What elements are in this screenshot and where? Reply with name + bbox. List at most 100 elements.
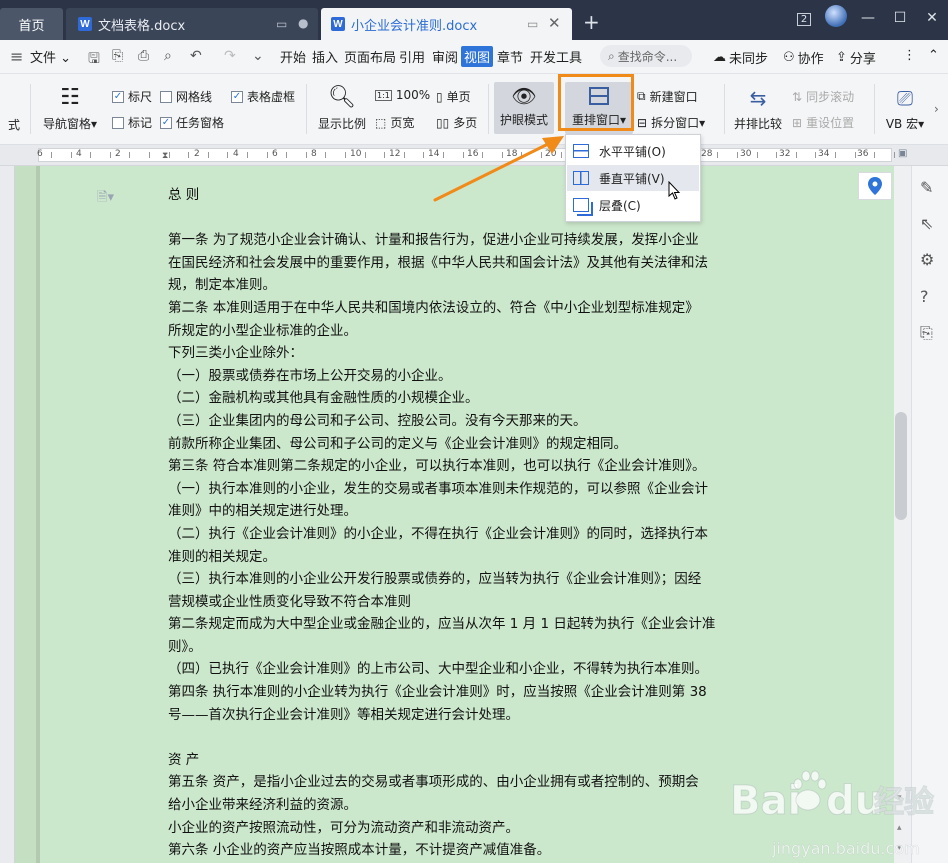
location-pin-icon[interactable] — [858, 172, 892, 200]
document-body[interactable]: 总 则第一条 为了规范小企业会计确认、计量和报告行为，促进小企业可持续发展，发挥… — [168, 184, 778, 862]
new-window-button[interactable]: ⧉ 新建窗口 — [637, 88, 698, 105]
scrollbar-thumb[interactable] — [895, 412, 907, 520]
nav-pane-icon: ☷ — [60, 85, 80, 110]
tab-close-icon[interactable]: ✕ — [548, 14, 561, 32]
tab-dot-icon[interactable]: ● — [298, 16, 308, 30]
cascade-label: 层叠(C) — [599, 198, 641, 213]
indent-marker-icon[interactable]: ⧗ — [162, 151, 168, 161]
tab-home[interactable]: 首页 — [0, 8, 63, 40]
maximize-icon[interactable]: ☐ — [884, 10, 916, 26]
paragraph-line: （二）金融机构或其他具有金融性质的小规模企业。 — [168, 390, 479, 407]
ruler-tick — [776, 152, 778, 158]
ruler-number: 36 — [857, 149, 869, 159]
window-count-badge[interactable]: 2 — [788, 10, 820, 26]
reset-position-button[interactable]: ⊞ 重设位置 — [792, 114, 854, 131]
paragraph-line: 第二条规定而成为大中型企业或金融企业的，应当从次年 1 月 1 日起转为执行《企… — [168, 616, 716, 633]
ruler-tick — [90, 152, 92, 158]
arrange-windows-dropdown: 水平平铺(O) 垂直平铺(V) 层叠(C) — [565, 134, 701, 222]
help-icon[interactable]: ? — [920, 287, 929, 306]
redo-icon[interactable]: ↷ — [224, 48, 236, 64]
hamburger-icon[interactable]: ≡ — [10, 47, 23, 66]
menu-insert[interactable]: 插入 — [312, 47, 338, 66]
side-by-side-button[interactable]: ⇆ 并排比较 — [732, 84, 784, 132]
pen-icon[interactable]: ✎ — [920, 178, 933, 197]
tab-restore-icon[interactable]: ▭ — [527, 17, 538, 31]
multi-page-button[interactable]: ▯▯ 多页 — [436, 114, 477, 131]
sync-button[interactable]: ☁ 未同步 — [713, 48, 768, 67]
vb-macro-icon: ⎚ — [897, 86, 913, 110]
user-avatar[interactable] — [820, 5, 852, 31]
share-button[interactable]: ⇪ 分享 — [836, 48, 876, 67]
close-window-icon[interactable]: ✕ — [916, 10, 948, 26]
print-icon[interactable]: ⎙ — [138, 48, 149, 64]
menu-item-horizontal-tile[interactable]: 水平平铺(O) — [567, 138, 699, 164]
undo-icon[interactable]: ↶ — [190, 48, 202, 64]
print-preview-icon[interactable]: ⌕ — [164, 48, 172, 64]
ruler-tick — [247, 152, 248, 158]
more-icon[interactable]: ⋮ — [903, 48, 916, 63]
tab-restore-icon[interactable]: ▭ — [276, 17, 287, 31]
single-page-button[interactable]: ▯ 单页 — [436, 88, 471, 105]
eye-mode-button[interactable]: 👁︎ 护眼模式 — [494, 82, 554, 134]
menu-view[interactable]: 视图 — [461, 46, 494, 67]
share-icon: ⇪ — [836, 50, 847, 65]
ruler-checkbox[interactable]: ✓ 标尺 — [112, 88, 152, 105]
zoom-display-button[interactable]: 🔍︎ 显示比例 — [314, 84, 370, 132]
ruler-tick — [756, 152, 758, 158]
split-window-button[interactable]: ⊟ 拆分窗口 ▾ — [637, 114, 705, 131]
page-outline-icon[interactable]: 🗎▾ — [97, 188, 114, 210]
collab-button[interactable]: ⚇ 协作 — [783, 48, 824, 67]
paragraph-line: 号——首次执行企业会计准则》等相关规定进行会计处理。 — [168, 706, 519, 723]
task-pane-checkbox[interactable]: ✓ 任务窗格 — [160, 114, 224, 131]
sync-scroll-button[interactable]: ⇅ 同步滚动 — [792, 88, 854, 105]
zoom-display-label: 显示比例 — [317, 117, 366, 131]
paragraph-line: 小企业的资产按照流动性，可分为流动资产和非流动资产。 — [168, 819, 519, 836]
ruler-number: 8 — [311, 149, 317, 159]
page-width-label: 页宽 — [390, 116, 415, 130]
tab-document-2-label: 小企业会计准则.docx — [351, 18, 478, 34]
ribbon-scroll-right-icon[interactable]: › — [934, 102, 939, 116]
ruler-tick — [149, 152, 150, 158]
ruler-tick — [835, 152, 836, 158]
page-width-button[interactable]: ⬚ 页宽 — [375, 114, 414, 131]
command-search[interactable]: ⌕ 查找命令... — [600, 45, 692, 67]
menu-review[interactable]: 审阅 — [432, 47, 458, 66]
menu-chapter[interactable]: 章节 — [497, 47, 523, 66]
minimize-icon[interactable]: — — [852, 10, 884, 26]
menu-page-layout[interactable]: 页面布局 — [344, 47, 396, 66]
marks-label: 标记 — [128, 116, 153, 130]
menu-references[interactable]: 引用 — [399, 47, 425, 66]
sync-label: 未同步 — [729, 52, 769, 67]
zoom-100-button[interactable]: 1:1 100% — [375, 88, 430, 102]
paragraph-line: （一）股票或债券在市场上公开交易的小企业。 — [168, 367, 452, 384]
table-dotted-checkbox[interactable]: ✓ 表格虚框 — [231, 88, 295, 105]
eye-mode-label: 护眼模式 — [499, 113, 548, 127]
ruler-tick — [345, 152, 346, 158]
menu-file[interactable]: 文件 ⌄ — [30, 47, 71, 66]
sliders-icon[interactable]: ⚙ — [920, 250, 934, 269]
nav-pane-label: 导航窗格 — [42, 117, 91, 131]
zoom-100-label: 100% — [395, 88, 431, 102]
nav-pane-button[interactable]: ☷ 导航窗格▾ — [40, 84, 100, 132]
collapse-ribbon-icon[interactable]: ⌃ — [928, 48, 939, 63]
new-tab-icon[interactable]: + — [583, 10, 600, 34]
horizontal-tile-icon — [573, 144, 589, 158]
task-pane-label: 任务窗格 — [176, 116, 225, 130]
gridlines-checkbox[interactable]: 网格线 — [160, 88, 212, 105]
split-window-icon: ⊟ — [637, 115, 648, 130]
paragraph-line: 营规模或企业性质变化导致不符合本准则 — [168, 593, 411, 610]
export-icon[interactable]: ⎘ — [112, 48, 123, 64]
ruler-toggle-icon[interactable]: ▣ — [898, 148, 907, 159]
paragraph-line: 在国民经济和社会发展中的重要作用，根据《中华人民共和国会计法》及其他有关法律和法 — [168, 254, 708, 271]
marks-checkbox[interactable]: 标记 — [112, 114, 152, 131]
cursor-icon[interactable]: ⇖ — [920, 214, 933, 233]
quick-access-dropdown-icon[interactable]: ⌄ — [252, 48, 264, 64]
vb-macro-button[interactable]: ⎚ VB 宏▾ — [880, 84, 930, 132]
share-doc-icon[interactable]: ⎘ — [920, 323, 933, 343]
menu-developer[interactable]: 开发工具 — [530, 47, 582, 66]
tab-document-1[interactable]: W 文档表格.docx ▭ ● — [66, 8, 318, 40]
menu-home[interactable]: 开始 — [280, 47, 306, 66]
tab-document-2[interactable]: W 小企业会计准则.docx ▭ ✕ — [321, 8, 572, 40]
save-icon[interactable]: 🖫 — [88, 48, 100, 72]
